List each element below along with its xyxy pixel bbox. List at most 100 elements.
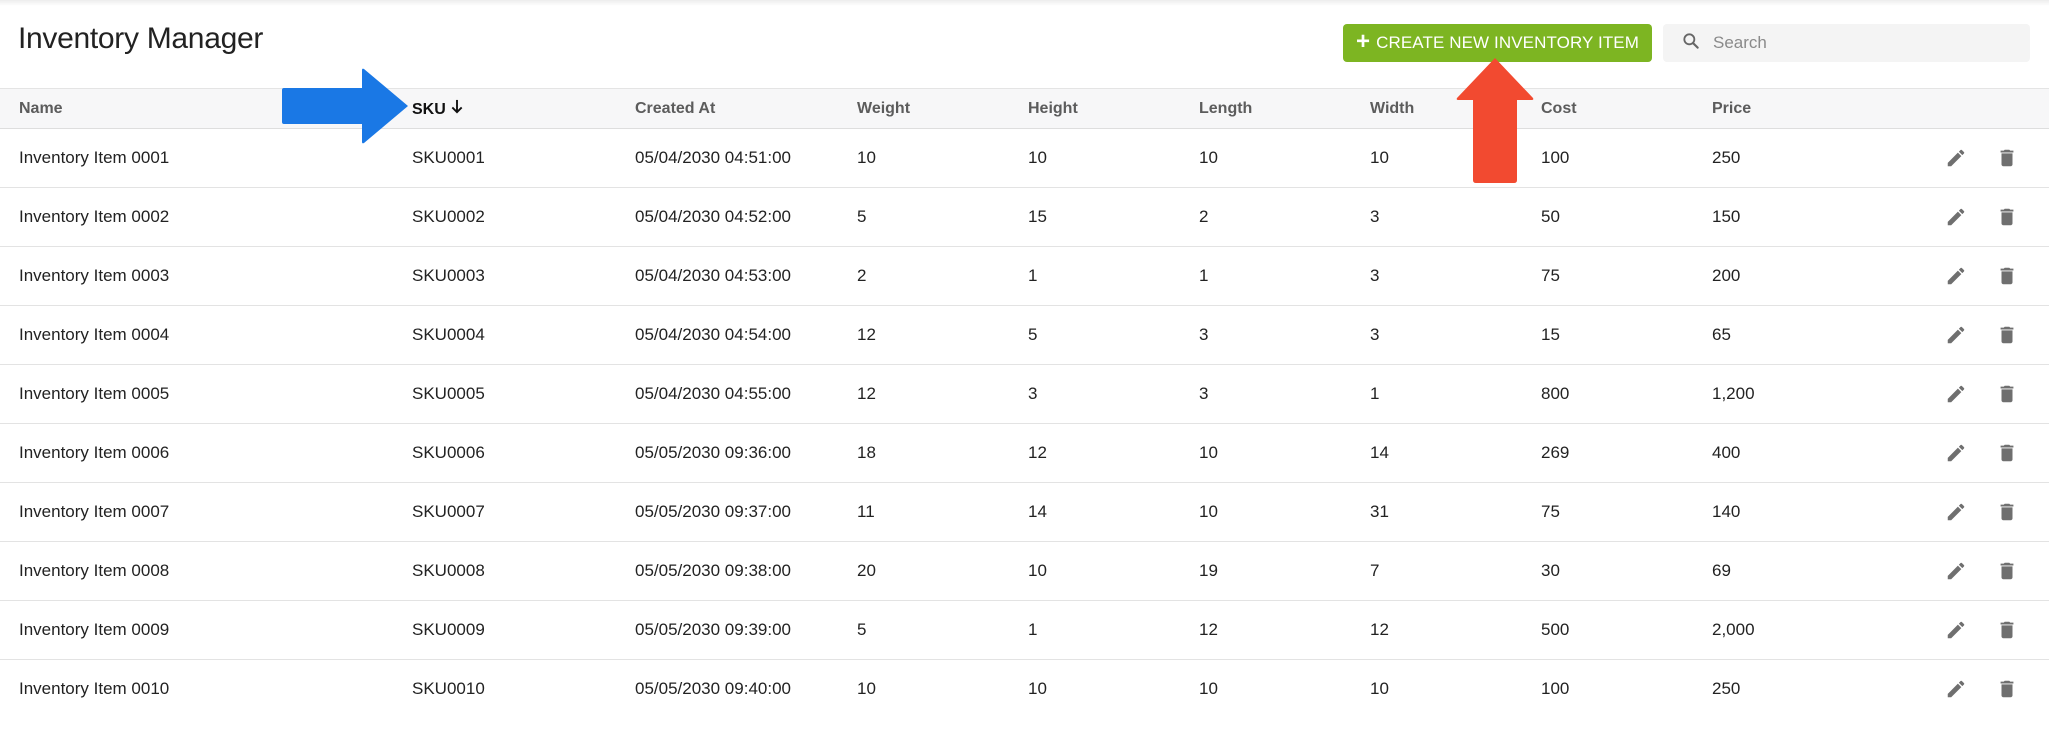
delete-button[interactable] <box>1995 146 2019 170</box>
cell-length: 10 <box>1199 502 1218 521</box>
table-row[interactable]: Inventory Item 0006 SKU0006 05/05/2030 0… <box>0 424 2049 483</box>
cell-weight: 12 <box>857 384 876 403</box>
edit-button[interactable] <box>1944 205 1968 229</box>
inventory-table: Name SKU Created At Weight Height Length… <box>0 88 2049 719</box>
cell-name: Inventory Item 0010 <box>19 679 170 699</box>
column-header-weight[interactable]: Weight <box>857 89 1028 129</box>
delete-button[interactable] <box>1995 500 2019 524</box>
cell-length: 10 <box>1199 148 1218 167</box>
cell-height: 14 <box>1028 502 1047 521</box>
cell-name: Inventory Item 0004 <box>19 325 170 344</box>
edit-button[interactable] <box>1944 323 1968 347</box>
column-header-height[interactable]: Height <box>1028 89 1199 129</box>
cell-height: 1 <box>1028 620 1038 639</box>
cell-created-at: 05/04/2030 04:52:00 <box>635 207 791 226</box>
edit-button[interactable] <box>1944 677 1968 701</box>
column-header-cost[interactable]: Cost <box>1541 89 1712 129</box>
delete-button[interactable] <box>1995 382 2019 406</box>
cell-weight: 5 <box>857 620 867 639</box>
table-row[interactable]: Inventory Item 0004 SKU0004 05/04/2030 0… <box>0 306 2049 365</box>
pencil-icon <box>1948 680 1965 698</box>
cell-height: 15 <box>1028 207 1047 226</box>
search-input[interactable] <box>1713 33 2013 53</box>
cell-created-at: 05/04/2030 04:51:00 <box>635 148 791 167</box>
trash-icon <box>2000 503 2014 521</box>
cell-name: Inventory Item 0007 <box>19 502 170 521</box>
table-row[interactable]: Inventory Item 0002 SKU0002 05/04/2030 0… <box>0 188 2049 247</box>
cell-length: 19 <box>1199 561 1218 580</box>
pencil-icon <box>1948 444 1965 462</box>
cell-created-at: 05/05/2030 09:38:00 <box>635 561 791 580</box>
cell-actions <box>1912 483 2049 542</box>
delete-button[interactable] <box>1995 264 2019 288</box>
cell-created-at: 05/05/2030 09:36:00 <box>635 443 791 462</box>
cell-cost: 500 <box>1541 620 1570 639</box>
column-header-width[interactable]: Width <box>1370 89 1541 129</box>
cell-actions <box>1912 424 2049 483</box>
table-row[interactable]: Inventory Item 0001 SKU0001 05/04/2030 0… <box>0 129 2049 188</box>
edit-button[interactable] <box>1944 441 1968 465</box>
column-header-sku[interactable]: SKU <box>412 89 635 129</box>
column-header-price[interactable]: Price <box>1712 89 1912 129</box>
pencil-icon <box>1948 208 1965 226</box>
edit-button[interactable] <box>1944 264 1968 288</box>
cell-created-at: 05/05/2030 09:37:00 <box>635 502 791 521</box>
table-row[interactable]: Inventory Item 0007 SKU0007 05/05/2030 0… <box>0 483 2049 542</box>
cell-cost: 30 <box>1541 561 1560 580</box>
top-shadow <box>0 0 2049 6</box>
delete-button[interactable] <box>1995 441 2019 465</box>
cell-created-at: 05/04/2030 04:54:00 <box>635 325 791 344</box>
plus-icon: + <box>1355 28 1371 55</box>
cell-height: 12 <box>1028 443 1047 462</box>
cell-height: 1 <box>1028 266 1038 285</box>
cell-cost: 800 <box>1541 384 1570 403</box>
cell-height: 10 <box>1028 148 1047 167</box>
page-title: Inventory Manager <box>18 22 264 55</box>
trash-icon <box>2000 444 2014 462</box>
pencil-icon <box>1948 385 1965 403</box>
delete-button[interactable] <box>1995 677 2019 701</box>
table-header-row: Name SKU Created At Weight Height Length… <box>0 88 2049 129</box>
cell-height: 5 <box>1028 325 1038 344</box>
cell-price: 65 <box>1712 325 1731 344</box>
table-row[interactable]: Inventory Item 0005 SKU0005 05/04/2030 0… <box>0 365 2049 424</box>
cell-actions <box>1912 129 2049 188</box>
cell-height: 3 <box>1028 384 1038 403</box>
edit-button[interactable] <box>1944 382 1968 406</box>
cell-name: Inventory Item 0001 <box>19 148 170 167</box>
edit-button[interactable] <box>1944 146 1968 170</box>
edit-button[interactable] <box>1944 618 1968 642</box>
cell-created-at: 05/05/2030 09:39:00 <box>635 620 791 639</box>
edit-button[interactable] <box>1944 500 1968 524</box>
search-box[interactable] <box>1663 24 2030 62</box>
cell-height: 10 <box>1028 561 1047 580</box>
table-row[interactable]: Inventory Item 0010 SKU0010 05/05/2030 0… <box>0 660 2049 719</box>
table-row[interactable]: Inventory Item 0008 SKU0008 05/05/2030 0… <box>0 542 2049 601</box>
cell-cost: 75 <box>1541 266 1560 285</box>
column-header-length[interactable]: Length <box>1199 89 1370 129</box>
table-row[interactable]: Inventory Item 0009 SKU0009 05/05/2030 0… <box>0 601 2049 660</box>
table-row[interactable]: Inventory Item 0003 SKU0003 05/04/2030 0… <box>0 247 2049 306</box>
cell-weight: 10 <box>857 679 876 699</box>
pencil-icon <box>1948 267 1965 285</box>
delete-button[interactable] <box>1995 323 2019 347</box>
delete-button[interactable] <box>1995 205 2019 229</box>
delete-button[interactable] <box>1995 618 2019 642</box>
cell-length: 1 <box>1199 266 1209 285</box>
column-header-created-at[interactable]: Created At <box>635 89 857 129</box>
delete-button[interactable] <box>1995 559 2019 583</box>
column-header-name[interactable]: Name <box>0 89 412 129</box>
cell-weight: 18 <box>857 443 876 462</box>
cell-actions <box>1912 188 2049 247</box>
cell-price: 140 <box>1712 502 1741 521</box>
create-inventory-item-button[interactable]: + CREATE NEW INVENTORY ITEM <box>1343 24 1652 62</box>
cell-width: 3 <box>1370 325 1380 344</box>
edit-button[interactable] <box>1944 559 1968 583</box>
cell-width: 3 <box>1370 266 1380 285</box>
trash-icon <box>2000 267 2014 285</box>
cell-actions <box>1912 365 2049 424</box>
cell-name: Inventory Item 0005 <box>19 384 170 403</box>
pencil-icon <box>1948 326 1965 344</box>
cell-price: 400 <box>1712 443 1741 462</box>
pencil-icon <box>1948 149 1965 167</box>
